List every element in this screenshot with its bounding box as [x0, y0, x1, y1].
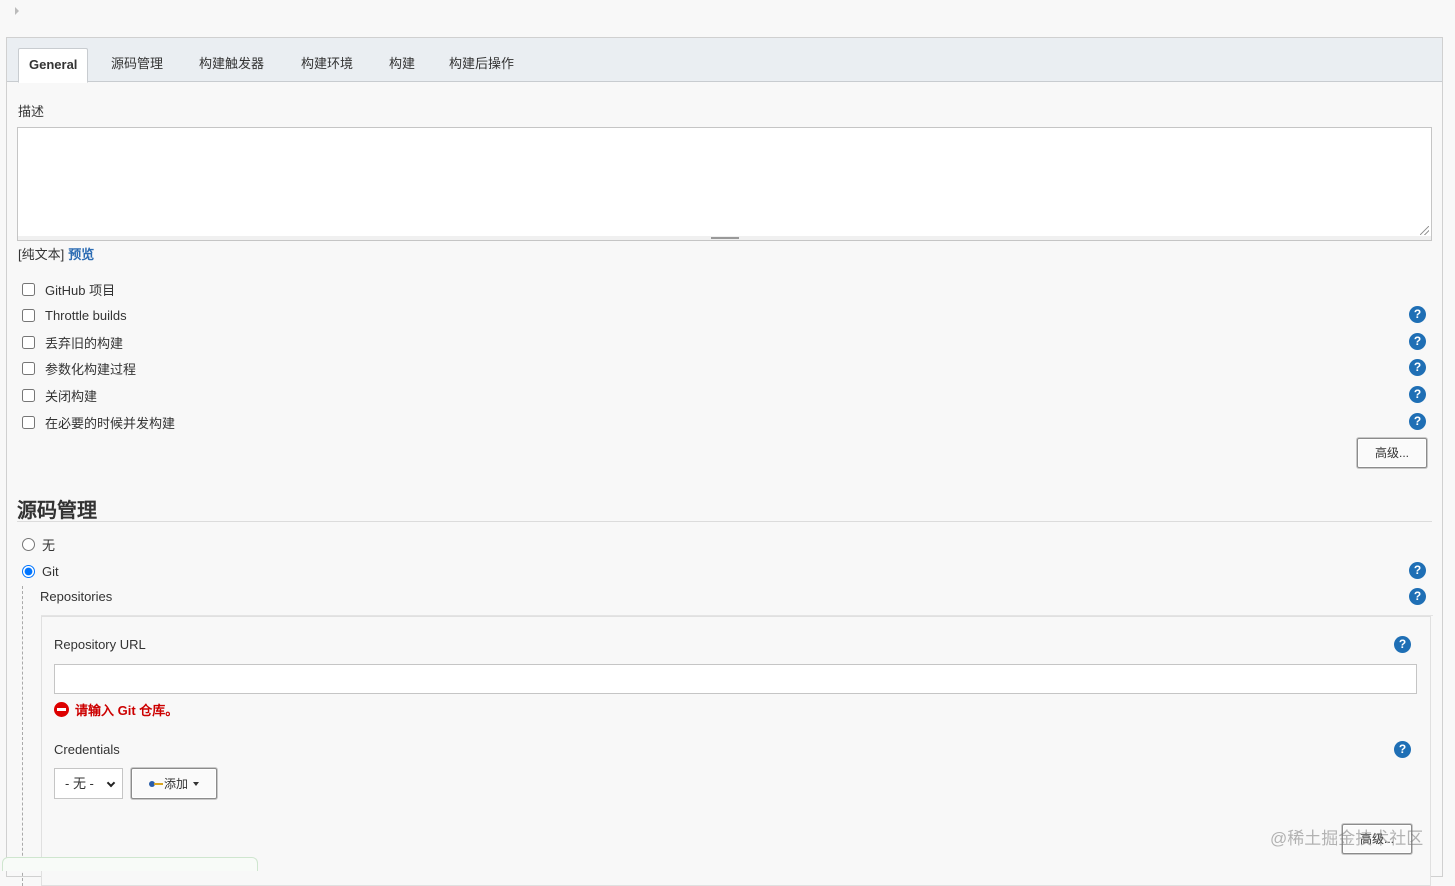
textarea-resize-bar[interactable] — [17, 236, 1432, 241]
top-bar — [0, 0, 1455, 36]
tab-build-triggers[interactable]: 构建触发器 — [189, 48, 274, 82]
tab-post-build[interactable]: 构建后操作 — [439, 48, 524, 82]
repository-url-input[interactable] — [54, 664, 1417, 694]
help-icon[interactable]: ? — [1394, 636, 1411, 653]
option-label: 关闭构建 — [45, 388, 98, 404]
option-label: GitHub 项目 — [45, 282, 116, 298]
option-label: Throttle builds — [45, 307, 127, 323]
preview-link[interactable]: 预览 — [68, 247, 94, 262]
help-icon[interactable]: ? — [1409, 562, 1426, 579]
tab-build-environment[interactable]: 构建环境 — [291, 48, 363, 82]
chevron-down-icon — [106, 778, 116, 788]
credentials-label: Credentials — [54, 742, 120, 757]
tab-general[interactable]: General — [18, 48, 89, 83]
scm-option-git[interactable]: Git — [20, 561, 59, 581]
tab-scm[interactable]: 源码管理 — [101, 48, 173, 82]
option-github-project[interactable]: GitHub 项目 — [20, 279, 115, 299]
help-icon[interactable]: ? — [1409, 306, 1426, 323]
scm-option-none[interactable]: 无 — [20, 534, 55, 554]
description-textarea[interactable] — [17, 127, 1432, 237]
repositories-label: Repositories — [40, 589, 113, 604]
help-icon[interactable]: ? — [1409, 386, 1426, 403]
parameterized-build-checkbox[interactable] — [22, 361, 35, 375]
help-icon[interactable]: ? — [1409, 359, 1426, 376]
expand-caret-icon[interactable] — [15, 7, 19, 15]
option-label: 在必要的时候并发构建 — [45, 415, 176, 431]
disable-build-checkbox[interactable] — [22, 388, 35, 402]
grip-icon — [711, 237, 739, 239]
resize-corner-icon[interactable] — [1420, 226, 1429, 235]
concurrent-builds-checkbox[interactable] — [22, 415, 35, 429]
option-label: 无 — [42, 537, 56, 553]
credentials-select[interactable]: - 无 - — [54, 768, 123, 799]
watermark: @稀土掘金技术社区 — [1270, 829, 1424, 848]
scm-git-radio[interactable] — [22, 564, 35, 578]
section-divider — [17, 521, 1432, 522]
format-line: [纯文本] 预览 — [18, 244, 94, 263]
description-label: 描述 — [18, 104, 45, 119]
dropdown-caret-icon — [193, 781, 199, 786]
tab-bar: General 源码管理 构建触发器 构建环境 构建 构建后操作 — [7, 38, 1442, 83]
tab-build[interactable]: 构建 — [379, 48, 425, 82]
add-credentials-button[interactable]: 添加 — [131, 768, 217, 799]
key-icon — [148, 780, 163, 787]
option-discard-old-builds[interactable]: 丢弃旧的构建 — [20, 332, 123, 352]
add-button-label: 添加 — [163, 777, 188, 791]
error-icon — [54, 702, 69, 717]
help-icon[interactable]: ? — [1394, 741, 1411, 758]
option-disable-build[interactable]: 关闭构建 — [20, 385, 97, 405]
help-icon[interactable]: ? — [1409, 588, 1426, 605]
help-icon[interactable]: ? — [1409, 413, 1426, 430]
general-advanced-button[interactable]: 高级... — [1357, 438, 1427, 468]
github-project-checkbox[interactable] — [22, 282, 35, 296]
error-message: 请输入 Git 仓库。 — [75, 703, 179, 718]
option-throttle-builds[interactable]: Throttle builds — [20, 305, 127, 325]
repository-box — [41, 616, 1431, 886]
credentials-selected-value: - 无 - — [65, 776, 94, 791]
option-label: Git — [42, 563, 59, 579]
discard-old-builds-checkbox[interactable] — [22, 335, 35, 349]
option-parameterized-build[interactable]: 参数化构建过程 — [20, 358, 136, 378]
scm-none-radio[interactable] — [22, 537, 35, 551]
plain-text-label: [纯文本] — [18, 247, 65, 262]
config-panel: General 源码管理 构建触发器 构建环境 构建 构建后操作 描述 [纯文本… — [6, 37, 1443, 886]
repository-url-error: 请输入 Git 仓库。 — [54, 700, 178, 719]
git-indent-guide — [22, 586, 23, 886]
option-label: 丢弃旧的构建 — [45, 335, 124, 351]
option-concurrent-builds[interactable]: 在必要的时候并发构建 — [20, 412, 175, 432]
scm-section-title: 源码管理 — [17, 500, 97, 522]
option-label: 参数化构建过程 — [45, 361, 137, 377]
throttle-builds-checkbox[interactable] — [22, 308, 35, 322]
repository-url-label: Repository URL — [54, 637, 146, 652]
help-icon[interactable]: ? — [1409, 333, 1426, 350]
